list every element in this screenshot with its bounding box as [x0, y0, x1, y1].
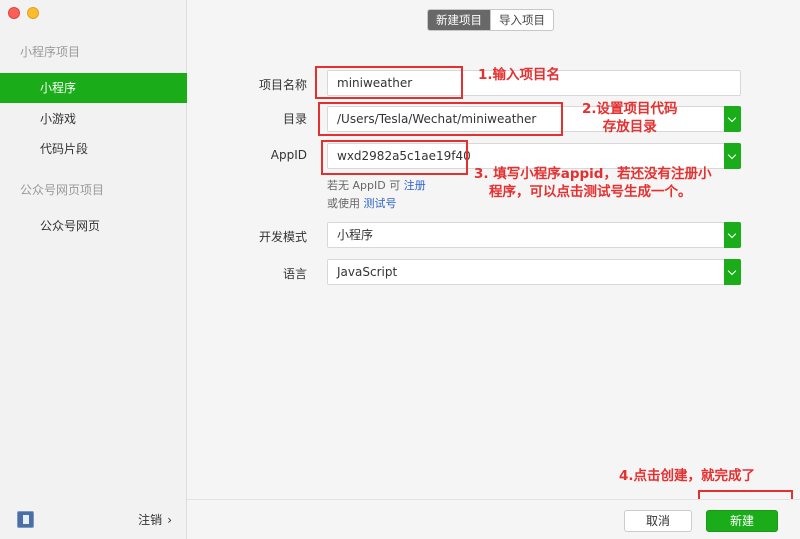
directory-label: 目录	[282, 112, 307, 126]
dev-mode-value: 小程序	[337, 228, 374, 242]
language-select[interactable]: JavaScript	[327, 259, 741, 285]
chevron-down-icon[interactable]	[724, 143, 741, 169]
annotation-note-4: 4.点击创建，就完成了	[619, 468, 756, 484]
create-button[interactable]: 新建	[706, 510, 778, 532]
annotation-note-3-line2: 程序，可以点击测试号生成一个。	[489, 184, 692, 200]
avatar[interactable]	[17, 511, 34, 528]
highlight-box-appid	[321, 140, 468, 175]
close-window-button[interactable]	[8, 7, 20, 19]
annotation-note-1: 1.输入项目名	[478, 67, 561, 83]
footer-bar: 取消 新建	[187, 499, 800, 539]
section-title-official-account: 公众号网页项目	[20, 183, 105, 197]
tab-import-project[interactable]: 导入项目	[490, 10, 553, 30]
minimize-window-button[interactable]	[27, 7, 39, 19]
annotation-note-3-line1: 3. 填写小程序appid，若还没有注册小	[474, 166, 712, 182]
tab-new-project[interactable]: 新建项目	[428, 10, 490, 30]
window-controls	[8, 7, 39, 19]
project-type-tabs: 新建项目 导入项目	[427, 9, 554, 31]
language-value: JavaScript	[337, 265, 398, 279]
hint-register: 若无 AppID 可 注册	[327, 177, 426, 193]
sidebar-footer: 注销 ›	[0, 499, 187, 539]
sidebar-item-code-snippet[interactable]: 代码片段	[0, 134, 187, 164]
cancel-button[interactable]: 取消	[624, 510, 692, 532]
sidebar-item-official-web[interactable]: 公众号网页	[0, 211, 187, 241]
chevron-down-icon[interactable]	[724, 259, 741, 285]
dev-mode-label: 开发模式	[258, 230, 307, 244]
chevron-right-icon: ›	[167, 512, 172, 527]
annotation-note-2: 2.设置项目代码 存放目录	[582, 100, 678, 136]
appid-label: AppID	[270, 148, 307, 162]
hint-test-account: 或使用 测试号	[327, 195, 397, 211]
sidebar-item-minigame[interactable]: 小游戏	[0, 104, 187, 134]
chevron-down-icon[interactable]	[724, 106, 741, 132]
dev-mode-select[interactable]: 小程序	[327, 222, 741, 248]
test-account-link[interactable]: 测试号	[364, 197, 397, 210]
section-title-miniprogram: 小程序项目	[20, 45, 81, 59]
annotation-note-2-line2: 存放目录	[602, 119, 657, 135]
sidebar: 小程序项目 小程序 小游戏 代码片段 公众号网页项目 公众号网页 注销 ›	[0, 0, 187, 539]
logout-label: 注销	[138, 513, 163, 527]
logout-button[interactable]: 注销 ›	[138, 511, 172, 528]
highlight-box-directory	[318, 102, 563, 136]
annotation-note-3: 3. 填写小程序appid，若还没有注册小 程序，可以点击测试号生成一个。	[474, 165, 711, 201]
main-panel: 新建项目 导入项目 项目名称 miniweather 1.输入项目名 目录 /U…	[187, 0, 800, 539]
chevron-down-icon[interactable]	[724, 222, 741, 248]
project-name-label: 项目名称	[258, 78, 307, 92]
language-label: 语言	[282, 267, 307, 281]
register-link[interactable]: 注册	[404, 179, 426, 192]
annotation-note-2-line1: 2.设置项目代码	[582, 101, 678, 117]
highlight-box-project-name	[315, 66, 463, 99]
hint-register-text: 若无 AppID 可	[327, 179, 401, 192]
sidebar-item-miniprogram[interactable]: 小程序	[0, 73, 187, 103]
hint-or-use-text: 或使用	[327, 197, 360, 210]
